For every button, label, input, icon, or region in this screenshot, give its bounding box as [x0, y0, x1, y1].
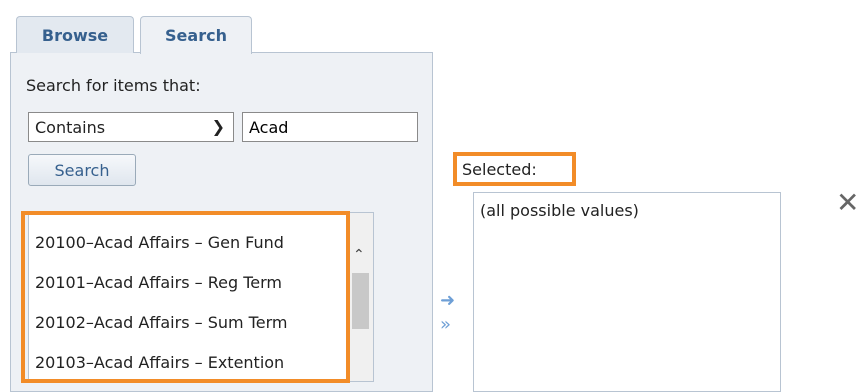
list-item[interactable]: 20101–Acad Affairs – Reg Term	[35, 267, 350, 307]
selected-label: Selected:	[462, 160, 537, 179]
arrow-right-icon[interactable]: ➜	[440, 290, 455, 311]
scroll-thumb[interactable]	[352, 273, 369, 329]
selected-values-box[interactable]: (all possible values)	[473, 192, 781, 392]
scroll-up-icon[interactable]: ⌃	[353, 247, 365, 263]
chevron-down-icon: ❯	[211, 117, 225, 136]
list-item[interactable]: 20100–Acad Affairs – Gen Fund	[35, 227, 350, 267]
list-item[interactable]: 20102–Acad Affairs – Sum Term	[35, 307, 350, 347]
search-button[interactable]: Search	[28, 154, 136, 186]
results-list-box[interactable]: 20100–Acad Affairs – Gen Fund 20101–Acad…	[28, 212, 374, 382]
close-icon[interactable]: ✕	[836, 186, 859, 219]
tab-search[interactable]: Search	[140, 16, 252, 54]
results-list: 20100–Acad Affairs – Gen Fund 20101–Acad…	[35, 227, 350, 387]
list-item[interactable]: 20103–Acad Affairs – Extention	[35, 347, 350, 387]
selected-value: (all possible values)	[480, 201, 639, 220]
tab-browse[interactable]: Browse	[16, 16, 134, 53]
double-arrow-right-icon[interactable]: »	[440, 314, 451, 335]
search-criteria-label: Search for items that:	[26, 76, 201, 95]
operator-value: Contains	[35, 117, 106, 137]
operator-select[interactable]: Contains ❯	[28, 112, 234, 142]
search-input[interactable]	[242, 112, 418, 142]
results-scrollbar[interactable]: ⌃	[348, 213, 373, 381]
